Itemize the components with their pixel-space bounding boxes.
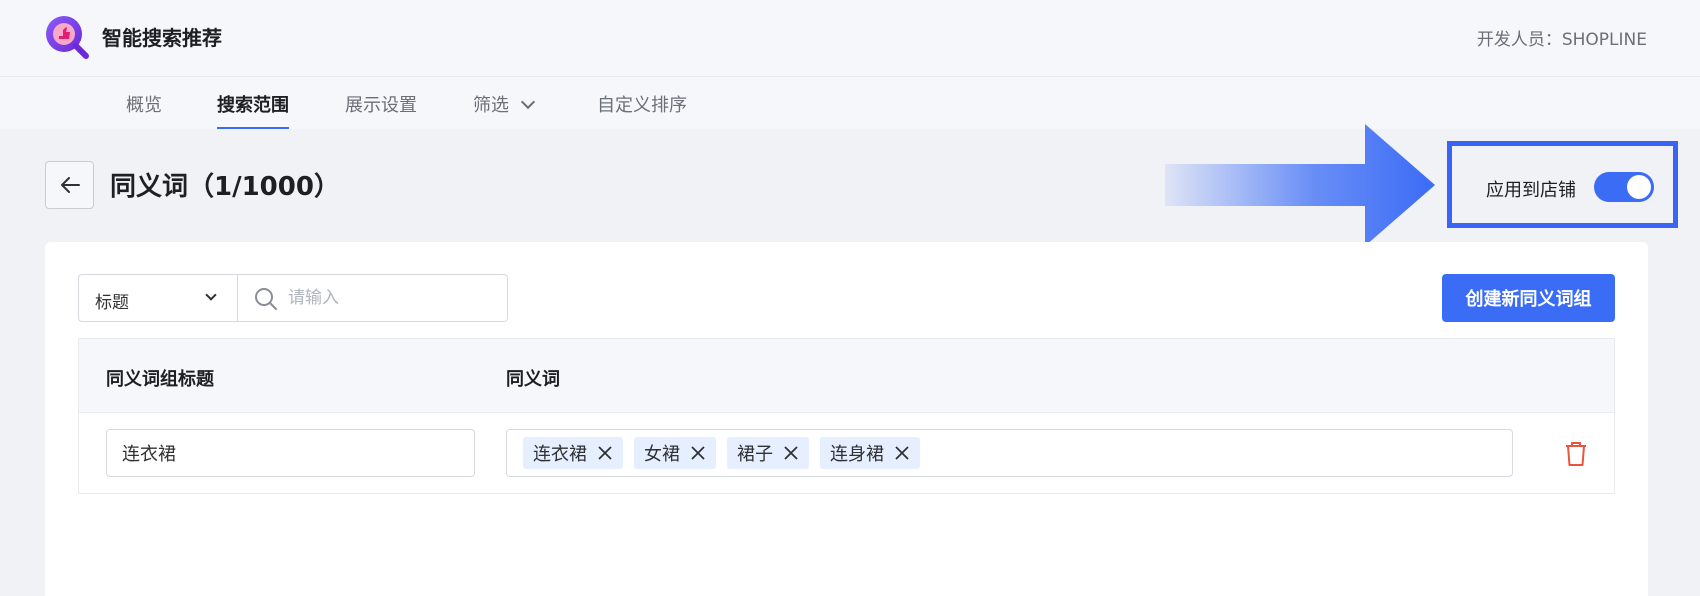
synonym-tag: 连身裙 <box>820 437 920 469</box>
app-logo-icon <box>46 16 89 59</box>
annotation-arrow-icon <box>1165 124 1435 246</box>
synonyms-table: 同义词组标题 同义词 连衣裙 女裙 裙子 连身裙 <box>78 338 1615 494</box>
apply-to-store-toggle[interactable] <box>1594 172 1654 202</box>
apply-to-store-label: 应用到店铺 <box>1486 180 1576 201</box>
create-synonym-group-button[interactable]: 创建新同义词组 <box>1442 274 1615 322</box>
table-row: 连衣裙 女裙 裙子 连身裙 <box>79 413 1614 493</box>
table-header: 同义词组标题 同义词 <box>79 339 1614 413</box>
synonym-tag-label: 连衣裙 <box>533 444 587 465</box>
synonym-tag: 裙子 <box>727 437 809 469</box>
filter-field-select[interactable]: 标题 <box>78 274 238 322</box>
search-box <box>237 274 508 322</box>
search-icon <box>255 288 277 310</box>
tab-overview[interactable]: 概览 <box>126 91 162 129</box>
page-title: 同义词（1/1000） <box>110 172 340 202</box>
tab-custom-sort[interactable]: 自定义排序 <box>597 91 687 129</box>
nav-tabs: 概览 搜索范围 展示设置 筛选 自定义排序 <box>0 77 1700 129</box>
column-header-synonyms: 同义词 <box>506 369 560 390</box>
toggle-knob <box>1627 175 1651 199</box>
chevron-down-icon <box>205 289 217 301</box>
tab-search-scope[interactable]: 搜索范围 <box>217 91 289 129</box>
close-icon[interactable] <box>894 445 910 461</box>
close-icon[interactable] <box>597 445 613 461</box>
trash-icon[interactable] <box>1564 441 1588 467</box>
search-input[interactable] <box>288 285 488 311</box>
synonyms-card: 标题 创建新同义词组 同义词组标题 同义词 连衣裙 女裙 <box>45 242 1648 596</box>
tab-filter-label: 筛选 <box>473 95 509 116</box>
synonym-tag: 连衣裙 <box>523 437 623 469</box>
close-icon[interactable] <box>690 445 706 461</box>
tab-filter[interactable]: 筛选 <box>473 91 536 129</box>
synonym-tag-label: 连身裙 <box>830 444 884 465</box>
tab-display-settings[interactable]: 展示设置 <box>345 91 417 129</box>
synonyms-tag-input[interactable]: 连衣裙 女裙 裙子 连身裙 <box>506 429 1513 477</box>
apply-to-store-highlight: 应用到店铺 <box>1447 141 1678 228</box>
top-bar: 智能搜索推荐 开发人员：SHOPLINE <box>0 0 1700 77</box>
synonym-tag-label: 裙子 <box>737 444 773 465</box>
developer-label: 开发人员：SHOPLINE <box>1476 30 1647 50</box>
synonym-tag-label: 女裙 <box>644 444 680 465</box>
app-title: 智能搜索推荐 <box>102 26 222 50</box>
close-icon[interactable] <box>783 445 799 461</box>
synonym-tag: 女裙 <box>634 437 716 469</box>
back-button[interactable] <box>45 161 94 209</box>
column-header-group-title: 同义词组标题 <box>106 369 214 390</box>
filter-field-value: 标题 <box>95 293 129 313</box>
arrow-left-icon <box>60 177 80 193</box>
chevron-down-icon <box>520 94 536 110</box>
group-title-input[interactable] <box>106 429 475 477</box>
